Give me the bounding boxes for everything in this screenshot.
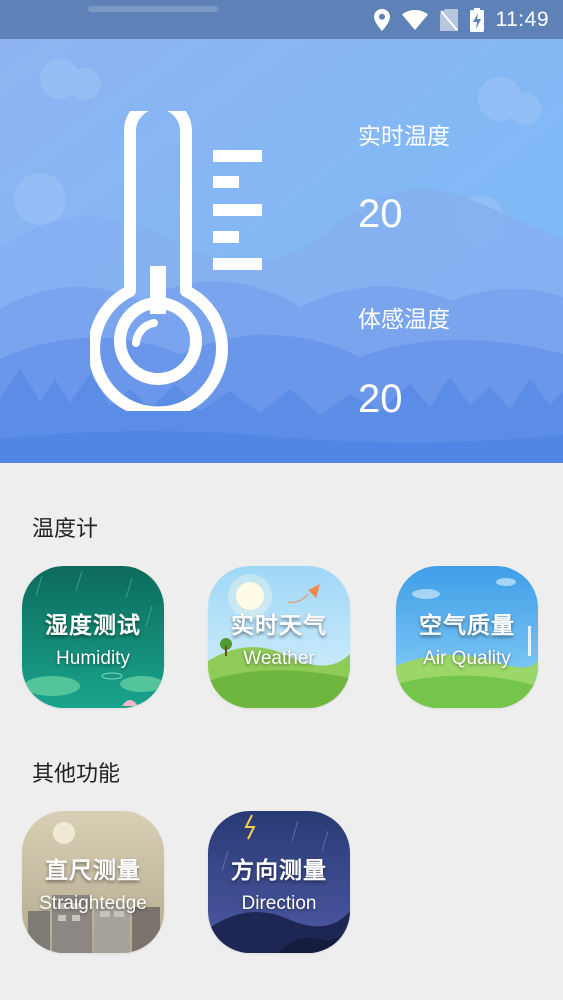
- hero-background: [0, 39, 563, 463]
- feels-like-label: 体感温度: [358, 307, 450, 333]
- no-sim-icon: [439, 8, 458, 31]
- ruler-tile-subtitle: Straightedge: [39, 893, 147, 914]
- wifi-icon: [401, 9, 428, 30]
- section-title-other-features: 其他功能: [32, 762, 121, 787]
- section-title-thermometer: 温度计: [32, 517, 99, 542]
- location-icon: [373, 8, 390, 31]
- weather-tile-title: 实时天气: [231, 613, 327, 639]
- thermometer-icon: [90, 111, 262, 411]
- direction-tile-title: 方向测量: [231, 858, 327, 884]
- feels-like-value: 20: [358, 377, 403, 421]
- air-quality-tile[interactable]: 空气质量 Air Quality: [396, 566, 538, 708]
- realtime-temp-value: 20: [358, 192, 403, 236]
- humidity-tile-subtitle: Humidity: [56, 648, 130, 669]
- humidity-tile-title: 湿度测试: [45, 613, 141, 639]
- realtime-temp-label: 实时温度: [358, 124, 450, 150]
- humidity-tile[interactable]: 湿度测试 Humidity: [22, 566, 164, 708]
- weather-tile-subtitle: Weather: [243, 648, 315, 669]
- notification-indicator: [88, 6, 218, 12]
- status-time: 11:49: [495, 7, 549, 31]
- ruler-tile[interactable]: 直尺测量 Straightedge: [22, 811, 164, 953]
- status-bar: 11:49: [0, 0, 563, 39]
- direction-tile-subtitle: Direction: [241, 893, 317, 914]
- temperature-hero: 实时温度 20 体感温度 20: [0, 39, 563, 463]
- weather-tile[interactable]: 实时天气 Weather: [208, 566, 350, 708]
- direction-tile[interactable]: 方向测量 Direction: [208, 811, 350, 953]
- air-quality-tile-title: 空气质量: [419, 613, 515, 639]
- ruler-tile-title: 直尺测量: [45, 858, 141, 884]
- air-quality-tile-subtitle: Air Quality: [423, 648, 511, 669]
- battery-charging-icon: [469, 7, 484, 32]
